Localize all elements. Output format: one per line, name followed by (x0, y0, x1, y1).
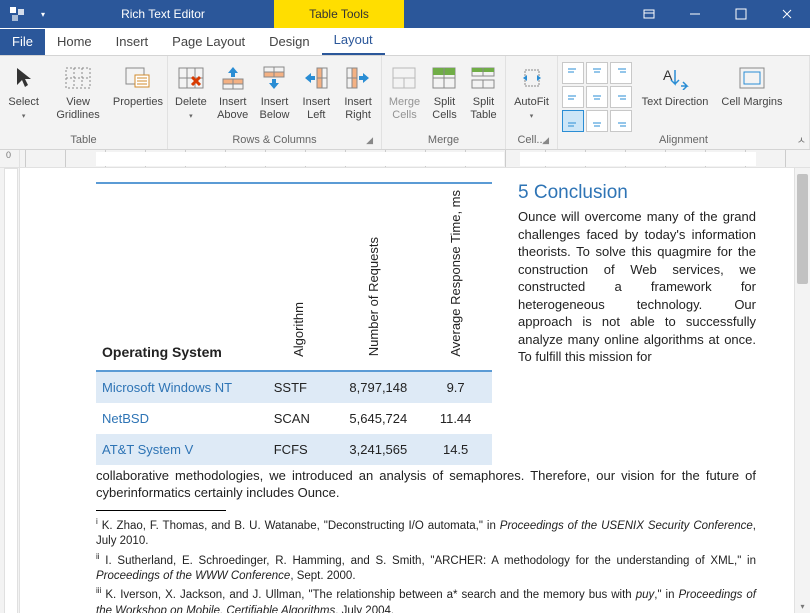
tab-file[interactable]: File (0, 29, 45, 55)
cell-margins-button[interactable]: Cell Margins (718, 58, 786, 120)
footnotes: i K. Zhao, F. Thomas, and B. U. Watanabe… (96, 517, 756, 613)
footnote-separator (96, 510, 226, 511)
insert-right-icon (345, 62, 371, 94)
insert-above-button[interactable]: Insert Above (214, 58, 252, 121)
insert-above-icon (220, 62, 246, 94)
scroll-down-icon[interactable]: ▾ (795, 599, 810, 613)
tab-insert[interactable]: Insert (104, 29, 161, 55)
align-top-center[interactable] (586, 62, 608, 84)
document-page[interactable]: Operating System Algorithm Number of Req… (20, 168, 794, 613)
close-button[interactable] (764, 0, 810, 28)
app-icon[interactable] (0, 0, 34, 28)
split-cells-icon (432, 62, 456, 94)
properties-button[interactable]: Properties (113, 58, 163, 120)
insert-below-icon (261, 62, 287, 94)
align-bottom-left[interactable] (562, 110, 584, 132)
gridlines-icon (65, 62, 91, 94)
th-time[interactable]: Average Response Time, ms (419, 183, 492, 371)
collapse-ribbon-icon[interactable]: ㅅ (797, 132, 806, 147)
table-row[interactable]: NetBSD SCAN 5,645,724 11.44 (96, 403, 492, 434)
paragraph-conclusion-span: collaborative methodologies, we introduc… (96, 467, 756, 502)
minimize-button[interactable] (672, 0, 718, 28)
cell-size-dialog-launcher[interactable]: ◢ (542, 135, 549, 146)
tab-page-layout[interactable]: Page Layout (160, 29, 257, 55)
heading-conclusion: 5 Conclusion (518, 182, 756, 204)
autofit-icon (520, 62, 544, 94)
insert-right-button[interactable]: Insert Right (339, 58, 377, 121)
select-button[interactable]: Select▾ (4, 58, 43, 121)
vertical-scrollbar[interactable]: ▴ ▾ (794, 168, 810, 613)
align-top-left[interactable] (562, 62, 584, 84)
merge-cells-icon (392, 62, 416, 94)
insert-left-button[interactable]: Insert Left (297, 58, 335, 121)
th-requests[interactable]: Number of Requests (328, 183, 419, 371)
paragraph-conclusion-right: Ounce will overcome many of the grand ch… (518, 208, 756, 366)
title-bar: ▾ Rich Text Editor Table Tools (0, 0, 810, 28)
cursor-icon (14, 62, 34, 94)
group-label-merge: Merge (386, 132, 501, 149)
split-table-icon (471, 62, 495, 94)
align-center-right[interactable] (610, 86, 632, 108)
view-gridlines-button[interactable]: View Gridlines (47, 58, 109, 121)
vertical-ruler[interactable] (0, 168, 20, 613)
table-row[interactable]: AT&T System V FCFS 3,241,565 14.5 (96, 434, 492, 465)
alignment-grid (562, 58, 632, 132)
split-table-button[interactable]: Split Table (466, 58, 501, 121)
ruler-corner: 0 (0, 150, 20, 167)
group-label-alignment: Alignment (562, 132, 805, 149)
align-top-right[interactable] (610, 62, 632, 84)
table-row[interactable]: Microsoft Windows NT SSTF 8,797,148 9.7 (96, 371, 492, 403)
ribbon: Select▾ View Gridlines Properties Table … (0, 56, 810, 150)
align-bottom-center[interactable] (586, 110, 608, 132)
split-cells-button[interactable]: Split Cells (427, 58, 462, 121)
rows-cols-dialog-launcher[interactable]: ◢ (366, 135, 373, 146)
insert-below-button[interactable]: Insert Below (256, 58, 294, 121)
window-title: Rich Text Editor (52, 0, 274, 28)
text-direction-button[interactable]: A Text Direction (636, 58, 714, 120)
ribbon-display-options-button[interactable] (626, 0, 672, 28)
tab-design[interactable]: Design (257, 29, 321, 55)
maximize-button[interactable] (718, 0, 764, 28)
merge-cells-button[interactable]: Merge Cells (386, 58, 423, 121)
insert-left-icon (303, 62, 329, 94)
scrollbar-thumb[interactable] (797, 174, 808, 284)
delete-button[interactable]: Delete▾ (172, 58, 210, 121)
th-os[interactable]: Operating System (96, 183, 268, 371)
data-table[interactable]: Operating System Algorithm Number of Req… (96, 182, 492, 465)
align-center-center[interactable] (586, 86, 608, 108)
cell-margins-icon (739, 62, 765, 94)
ribbon-tabs: File Home Insert Page Layout Design Layo… (0, 28, 810, 56)
align-bottom-right[interactable] (610, 110, 632, 132)
group-label-cell-size: Cell...◢ (510, 132, 553, 149)
tab-layout[interactable]: Layout (322, 27, 385, 55)
align-center-left[interactable] (562, 86, 584, 108)
horizontal-ruler[interactable]: 0 (0, 150, 810, 168)
th-algorithm[interactable]: Algorithm (268, 183, 329, 371)
contextual-tab-label: Table Tools (274, 0, 404, 28)
group-label-table: Table (4, 132, 163, 149)
text-direction-icon: A (661, 62, 689, 94)
tab-home[interactable]: Home (45, 29, 104, 55)
delete-table-icon (178, 62, 204, 94)
quick-access-dropdown[interactable]: ▾ (34, 0, 52, 28)
group-label-rows-columns: Rows & Columns◢ (172, 132, 377, 149)
properties-icon (125, 62, 151, 94)
autofit-button[interactable]: AutoFit▾ (510, 58, 553, 121)
